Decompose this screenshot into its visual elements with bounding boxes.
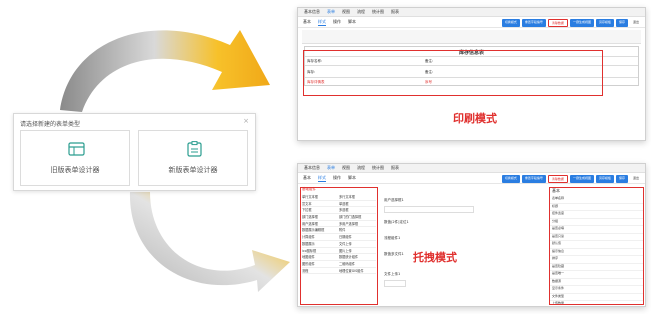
- menubar: 基本信息 表单 视图 流程 统计图 报表: [298, 164, 645, 173]
- exit-button[interactable]: 退出: [630, 175, 642, 183]
- menu-item[interactable]: 流程: [357, 9, 365, 15]
- menu-item[interactable]: 报表: [391, 165, 399, 171]
- generate-view-button[interactable]: 一键生成视图: [569, 175, 594, 183]
- menubar: 基本信息 表单 视图 流程 统计图 报表: [298, 8, 645, 17]
- tab-style[interactable]: 样式: [318, 175, 326, 182]
- dialog-title: 请选择新建的表单类型: [20, 121, 81, 128]
- save-button[interactable]: 保存: [615, 19, 628, 27]
- clear-data-button[interactable]: 清除数据: [547, 19, 568, 27]
- clear-data-button[interactable]: 清除数据: [547, 175, 568, 183]
- menu-item[interactable]: 基本信息: [304, 9, 320, 15]
- generate-view-button[interactable]: 一键生成视图: [569, 19, 594, 27]
- composite-stage: 请选择新建的表单类型 × 旧版表单设计器 新版表单设计器 基本信息 表单 视图: [0, 0, 651, 314]
- highlight-frame: [303, 50, 603, 96]
- menu-item[interactable]: 视图: [342, 9, 350, 15]
- form-field-label: 数值(2件)定位1: [384, 220, 409, 224]
- drag-mode-label: 托拽模式: [413, 251, 457, 264]
- form-canvas[interactable]: 用户选择框1 数值(2件)定位1 流程组件1 数值多文件1 文件上传1: [382, 186, 547, 305]
- menu-item[interactable]: 报表: [391, 9, 399, 15]
- menu-item[interactable]: 统计图: [372, 165, 384, 171]
- save-template-button[interactable]: 另存模板: [595, 175, 614, 183]
- old-form-designer-option[interactable]: 旧版表单设计器: [20, 130, 130, 186]
- menu-item[interactable]: 统计图: [372, 9, 384, 15]
- form-field-label: 用户选择框1: [384, 198, 404, 202]
- menu-item[interactable]: 视图: [342, 165, 350, 171]
- upload-button[interactable]: [384, 280, 406, 287]
- tab-script[interactable]: 脚本: [348, 19, 356, 25]
- close-icon[interactable]: ×: [243, 117, 249, 125]
- highlight-frame: [300, 187, 378, 305]
- menu-item[interactable]: 基本信息: [304, 165, 320, 171]
- save-template-button[interactable]: 另存模板: [595, 19, 614, 27]
- form-field-input[interactable]: [384, 206, 474, 213]
- menu-item[interactable]: 流程: [357, 165, 365, 171]
- new-form-designer-option[interactable]: 新版表单设计器: [138, 130, 248, 186]
- reset-field-button[interactable]: 重置字段编号: [521, 175, 546, 183]
- tab-basic[interactable]: 基本: [303, 175, 311, 181]
- tab-basic[interactable]: 基本: [303, 19, 311, 25]
- form-field-label: 流程组件1: [384, 236, 401, 240]
- bottom-arrow-body: [129, 192, 290, 292]
- form-field-label: 数值多文件1: [384, 252, 404, 256]
- toolbar-buttons: 切换模式 重置字段编号 清除数据 一键生成视图 另存模板 保存 退出: [501, 175, 642, 183]
- form-type-dialog: 请选择新建的表单类型 × 旧版表单设计器 新版表单设计器: [13, 113, 256, 191]
- form-field-label: 文件上传1: [384, 272, 401, 276]
- reset-field-button[interactable]: 重置字段编号: [521, 19, 546, 27]
- old-form-designer-label: 旧版表单设计器: [50, 166, 100, 174]
- new-form-designer-label: 新版表单设计器: [168, 166, 218, 174]
- drag-mode-screenshot: 基本信息 表单 视图 流程 统计图 报表 基本 样式 操作 脚本 切换模式 重置…: [297, 163, 646, 307]
- toolbar-buttons: 切换模式 重置字段编号 清除数据 一键生成视图 另存模板 保存 退出: [501, 19, 642, 27]
- highlight-frame: [549, 187, 644, 305]
- save-button[interactable]: 保存: [615, 175, 628, 183]
- print-mode-screenshot: 基本信息 表单 视图 流程 统计图 报表 基本 样式 操作 脚本 切换模式 重置…: [297, 7, 646, 141]
- rich-editor-toolbar[interactable]: [302, 30, 641, 44]
- tab-action[interactable]: 操作: [333, 175, 341, 181]
- tab-style[interactable]: 样式: [318, 19, 326, 26]
- top-arrow-body: [60, 30, 270, 112]
- exit-button[interactable]: 退出: [630, 19, 642, 27]
- menu-item[interactable]: 表单: [327, 165, 335, 171]
- menu-item[interactable]: 表单: [327, 9, 335, 15]
- print-mode-label: 印刷模式: [453, 112, 497, 125]
- switch-mode-button[interactable]: 切换模式: [501, 175, 520, 183]
- switch-mode-button[interactable]: 切换模式: [501, 19, 520, 27]
- tab-script[interactable]: 脚本: [348, 175, 356, 181]
- clipboard-form-icon: [187, 141, 202, 157]
- tab-action[interactable]: 操作: [333, 19, 341, 25]
- table-form-icon: [68, 142, 85, 156]
